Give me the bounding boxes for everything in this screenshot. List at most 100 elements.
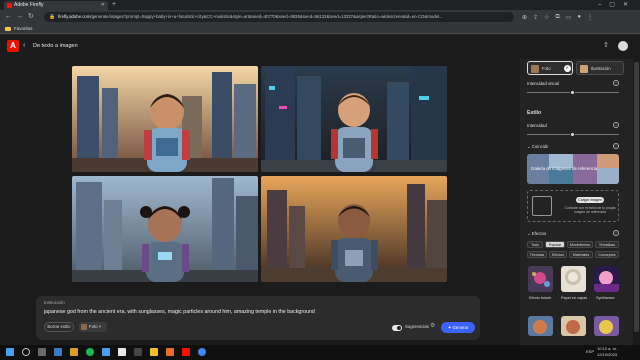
tab-adobe-firefly[interactable]: Adobe Firefly ✕ bbox=[4, 1, 108, 10]
info-icon[interactable]: i bbox=[613, 230, 619, 236]
new-tab-icon[interactable]: + bbox=[112, 0, 116, 10]
style-heading: Estilo bbox=[527, 110, 542, 116]
app-icon[interactable] bbox=[134, 348, 142, 356]
app-header bbox=[0, 35, 640, 59]
app-icon[interactable] bbox=[150, 348, 158, 356]
prompt-label: Instrucción bbox=[44, 300, 65, 305]
chrome-icon[interactable] bbox=[198, 348, 206, 356]
content-type-illustration-label: Ilustración bbox=[591, 66, 611, 71]
back-arrow-icon[interactable]: ‹ bbox=[23, 41, 25, 51]
close-tab-icon[interactable]: ✕ bbox=[101, 1, 105, 10]
effects-tab-concepts[interactable]: Conceptos bbox=[595, 251, 619, 258]
effect-item-5[interactable] bbox=[561, 316, 586, 336]
adobe-logo[interactable]: A bbox=[7, 40, 19, 52]
tab-strip: Adobe Firefly ✕ + –▢✕ bbox=[0, 0, 640, 10]
bookmark-favorites[interactable]: Favoritos bbox=[14, 26, 33, 31]
generated-image-2[interactable] bbox=[261, 66, 447, 172]
info-icon[interactable]: i bbox=[613, 143, 619, 149]
effect-item-6[interactable] bbox=[594, 316, 619, 336]
clear-style-button[interactable]: Borrar estilo bbox=[44, 322, 74, 332]
style-intensity-slider-handle[interactable] bbox=[570, 132, 575, 137]
effects-tab-all[interactable]: Todo bbox=[527, 241, 543, 248]
content-type-photo-label: Foto bbox=[542, 66, 551, 71]
back-nav-icon[interactable]: ← bbox=[5, 10, 12, 24]
effects-tab-movements[interactable]: Movimientos bbox=[567, 241, 593, 248]
forward-nav-icon[interactable]: → bbox=[16, 10, 23, 24]
panel-scrollbar-thumb[interactable] bbox=[634, 62, 639, 332]
url-input[interactable]: 🔒 firefly.adobe.com/generate/images?prom… bbox=[44, 12, 514, 22]
settings-sliders-icon[interactable]: ⚙ bbox=[430, 322, 435, 329]
extensions-icon[interactable]: ⧉ bbox=[555, 14, 559, 21]
suggestions-label: Sugerencias bbox=[405, 324, 429, 329]
illustration-type-thumbnail bbox=[580, 65, 588, 73]
checkmark-icon: ✓ bbox=[564, 65, 571, 72]
upload-image-button[interactable]: Cargar imagen bbox=[576, 197, 604, 203]
folder-icon[interactable] bbox=[70, 348, 78, 356]
effects-tab-effects[interactable]: Efectos bbox=[549, 251, 567, 258]
firefox-icon[interactable] bbox=[166, 348, 174, 356]
effect-synthwave-label: Synthwave bbox=[596, 296, 615, 300]
window-controls[interactable]: –▢✕ bbox=[598, 0, 636, 10]
url-host: firefly.adobe.com bbox=[58, 14, 91, 19]
upload-caption: Coincide con el estilo de tu propia imag… bbox=[564, 206, 616, 215]
taskbar-clock[interactable]: 10:10 a. m. 12/10/2023 bbox=[597, 346, 617, 358]
windows-start-icon[interactable] bbox=[6, 348, 14, 356]
share-icon[interactable]: ⇧ bbox=[603, 41, 609, 49]
profile-icon[interactable]: ● bbox=[577, 14, 581, 20]
folder-icon bbox=[5, 27, 11, 31]
language-indicator[interactable]: ESP bbox=[586, 349, 594, 354]
page-title[interactable]: De texto a imagen bbox=[33, 41, 78, 51]
reference-gallery-button[interactable]: Galería de imágenes de referencia bbox=[527, 154, 619, 184]
generated-image-4[interactable] bbox=[261, 176, 447, 282]
info-icon[interactable]: i bbox=[613, 122, 619, 128]
file-explorer-icon[interactable] bbox=[54, 348, 62, 356]
share-page-icon[interactable]: ⇪ bbox=[533, 14, 538, 21]
photo-style-chip[interactable]: Foto × bbox=[79, 322, 107, 332]
effect-bokeh[interactable] bbox=[528, 266, 553, 292]
zoom-icon[interactable]: ⊕ bbox=[522, 14, 527, 21]
bookmark-star-icon[interactable]: ☆ bbox=[544, 14, 549, 21]
task-view-icon[interactable] bbox=[38, 348, 46, 356]
effects-tab-materials[interactable]: Materiales bbox=[569, 251, 593, 258]
reference-gallery-label: Galería de imágenes de referencia bbox=[531, 166, 598, 171]
prompt-input[interactable]: japanese god from the ancient era, with … bbox=[44, 309, 444, 315]
spotify-icon[interactable] bbox=[86, 348, 94, 356]
avatar[interactable] bbox=[618, 41, 628, 51]
app-icon[interactable] bbox=[118, 348, 126, 356]
url-path: /generate/images?prompt=happy+baby+in+a+… bbox=[90, 14, 443, 19]
effect-synthwave[interactable] bbox=[594, 266, 619, 292]
effect-layered-paper[interactable] bbox=[561, 266, 586, 292]
photo-type-thumbnail bbox=[531, 65, 539, 73]
tab-title: Adobe Firefly bbox=[14, 2, 44, 8]
match-section-header[interactable]: ⌄ Coincidir bbox=[527, 144, 549, 150]
photo-thumbnail bbox=[81, 324, 87, 330]
image-upload-icon bbox=[532, 196, 552, 216]
intensity-label: Intensidad bbox=[527, 123, 547, 128]
generated-image-3[interactable] bbox=[72, 176, 258, 282]
info-icon[interactable]: i bbox=[613, 80, 619, 86]
adobe-app-icon[interactable] bbox=[182, 348, 190, 356]
effect-item-4[interactable] bbox=[528, 316, 553, 336]
bookmarks-bar: Favoritos bbox=[0, 24, 640, 34]
effects-tab-techniques[interactable]: Técnicas bbox=[527, 251, 547, 258]
content-type-illustration[interactable]: Ilustración bbox=[576, 61, 624, 75]
effects-heading: Efectos bbox=[531, 231, 547, 236]
reload-icon[interactable]: ↻ bbox=[28, 10, 34, 24]
effect-bokeh-label: Efecto bokeh bbox=[529, 296, 552, 300]
browser-menu-icon[interactable]: ⋮ bbox=[587, 14, 593, 21]
sidebar-icon[interactable]: ▭ bbox=[566, 14, 572, 21]
visual-intensity-slider-handle[interactable] bbox=[570, 90, 575, 95]
suggestions-toggle[interactable] bbox=[392, 325, 402, 331]
effect-layered-paper-label: Papel en capas bbox=[561, 296, 588, 300]
remove-chip-icon[interactable]: × bbox=[99, 324, 102, 329]
effects-tab-popular[interactable]: Popular bbox=[545, 241, 565, 248]
clock-date: 12/10/2023 bbox=[597, 352, 618, 357]
generate-button[interactable]: ✦ Generar bbox=[441, 322, 475, 333]
upload-dropzone[interactable]: Cargar imagen Coincide con el estilo de … bbox=[527, 190, 619, 222]
effects-section-header[interactable]: ⌄ Efectos bbox=[527, 231, 546, 237]
generated-image-1[interactable] bbox=[72, 66, 258, 172]
content-type-photo[interactable]: Foto ✓ bbox=[527, 61, 573, 75]
store-icon[interactable] bbox=[102, 348, 110, 356]
search-icon[interactable] bbox=[22, 348, 30, 356]
effects-tab-themes[interactable]: Temáticas bbox=[595, 241, 619, 248]
